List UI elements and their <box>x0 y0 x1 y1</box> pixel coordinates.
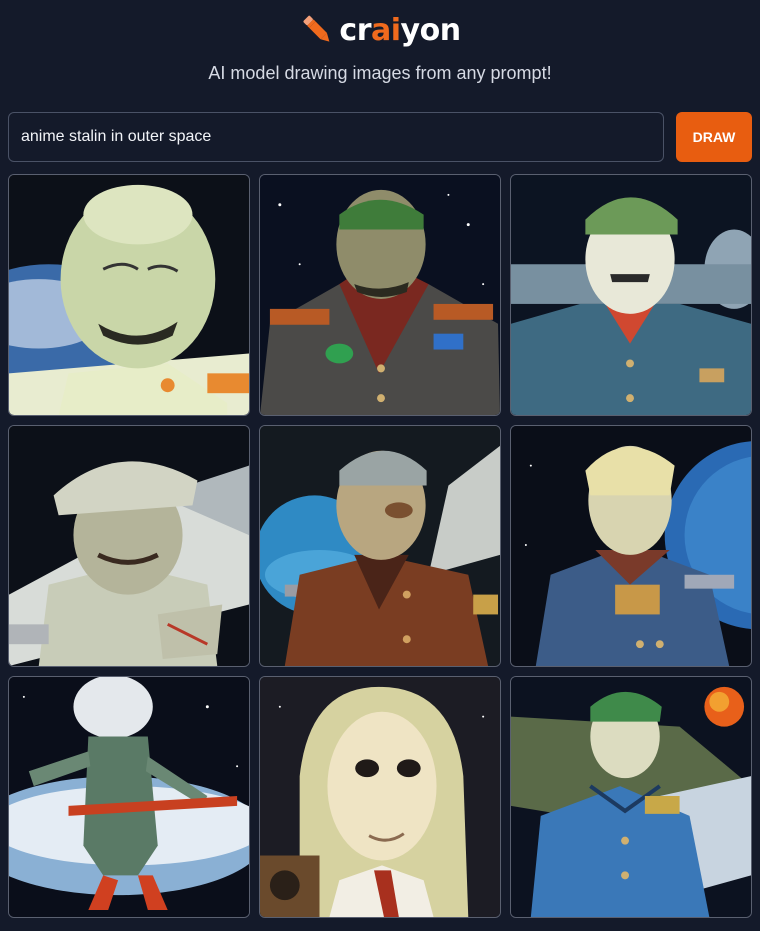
result-image-art <box>9 677 249 917</box>
prompt-row: DRAW <box>8 112 752 162</box>
result-image-art <box>260 175 500 415</box>
logo-text: craiyon <box>339 12 461 48</box>
result-image-art <box>260 677 500 917</box>
result-image-art <box>9 426 249 666</box>
result-image[interactable] <box>259 676 501 918</box>
result-image[interactable] <box>259 174 501 416</box>
pencil-icon <box>303 15 330 42</box>
result-image-art <box>511 677 751 917</box>
prompt-input[interactable] <box>8 112 664 162</box>
result-image[interactable] <box>8 676 250 918</box>
results-grid <box>8 174 752 918</box>
result-image[interactable] <box>510 676 752 918</box>
result-image[interactable] <box>8 425 250 667</box>
header: craiyon AI model drawing images from any… <box>0 0 760 100</box>
tagline: AI model drawing images from any prompt! <box>208 63 552 83</box>
result-image[interactable] <box>510 425 752 667</box>
result-image-art <box>260 426 500 666</box>
result-image[interactable] <box>510 174 752 416</box>
result-image-art <box>511 175 751 415</box>
draw-button[interactable]: DRAW <box>676 112 752 162</box>
logo[interactable]: craiyon <box>0 10 760 50</box>
result-image[interactable] <box>8 174 250 416</box>
result-image[interactable] <box>259 425 501 667</box>
result-image-art <box>9 175 249 415</box>
result-image-art <box>511 426 751 666</box>
